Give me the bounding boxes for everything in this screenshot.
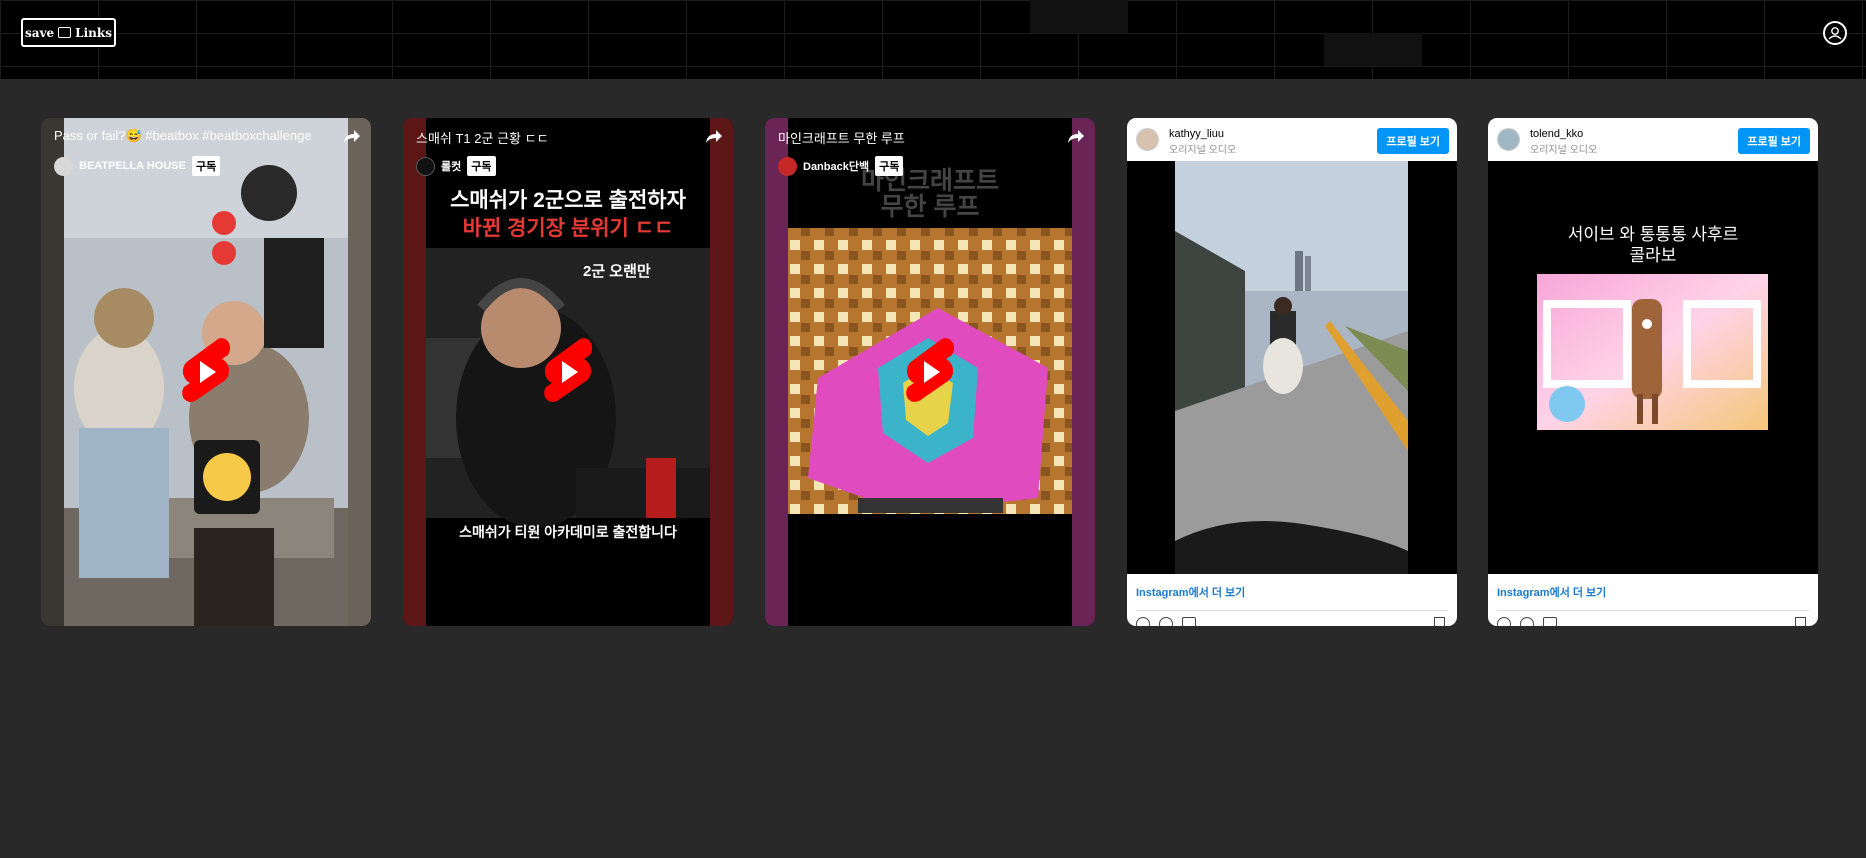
channel-name[interactable]: 롤컷: [441, 158, 461, 174]
youtube-short-card[interactable]: 마인크래프트 무한 루프 마인크래프트 무한 루프 Danback단백 구독: [765, 118, 1095, 626]
blur-side: [765, 118, 788, 626]
share-icon[interactable]: [704, 126, 724, 146]
bookmark-icon[interactable]: [1434, 617, 1445, 626]
overlay-text-line: 서이브 와 통통통 사후르: [1567, 225, 1739, 244]
embed-footer: Instagram에서 더 보기: [1488, 574, 1818, 626]
view-profile-button[interactable]: 프로필 보기: [1377, 128, 1449, 154]
overlay-text-line: 바뀐 경기장 분위기 ㄷㄷ: [462, 217, 674, 240]
blur-side: [348, 118, 371, 626]
video-thumbnail: [1175, 161, 1408, 574]
user-icon[interactable]: [1823, 21, 1847, 45]
video-caption: 스매쉬가 티원 아카데미로 출전합니다: [459, 524, 677, 540]
embed-header: tolend_kko 오리지널 오디오 프로필 보기: [1488, 118, 1818, 161]
divider: [1497, 610, 1809, 611]
channel-row: BEATPELLA HOUSE 구독: [54, 156, 221, 176]
audio-label: 오리지널 오디오: [1530, 145, 1598, 156]
overlay-text-line: 스매쉬가 2군으로 출전하자: [450, 189, 686, 212]
video-title[interactable]: 스매쉬 T1 2군 근황 ㄷㄷ: [416, 128, 693, 147]
blur-side: [1072, 118, 1095, 626]
blur-side: [41, 118, 64, 626]
action-icons: [1497, 617, 1557, 626]
top-navigation-bar: save Links: [0, 0, 1866, 79]
channel-avatar[interactable]: [778, 156, 797, 176]
subscribe-button[interactable]: 구독: [467, 156, 496, 176]
profile-avatar[interactable]: [1136, 128, 1159, 151]
heart-icon[interactable]: [1136, 617, 1150, 626]
video-title[interactable]: 마인크래프트 무한 루프: [778, 128, 1055, 147]
username[interactable]: tolend_kko: [1530, 128, 1583, 140]
video-thumbnail: [1537, 274, 1768, 430]
grid-cell: [1324, 33, 1422, 66]
shorts-play-icon[interactable]: [902, 335, 958, 409]
instagram-embed-card[interactable]: tolend_kko 오리지널 오디오 프로필 보기 서이브 와 통통통 사후르…: [1488, 118, 1818, 626]
site-logo[interactable]: save Links: [21, 18, 116, 47]
blur-side: [403, 118, 426, 626]
divider: [1136, 610, 1448, 611]
channel-avatar[interactable]: [54, 156, 73, 176]
overlay-text-line: 2군 오랜만: [583, 263, 651, 280]
video-title[interactable]: Pass or fail?😅 #beatbox #beatboxchalleng…: [54, 128, 331, 144]
profile-avatar[interactable]: [1497, 128, 1520, 151]
comment-icon[interactable]: [1159, 617, 1173, 626]
overlay-text: 서이브 와 통통통 사후르 콜라보: [1488, 224, 1818, 266]
embed-footer: Instagram에서 더 보기: [1127, 574, 1457, 626]
youtube-short-card[interactable]: Pass or fail?😅 #beatbox #beatboxchalleng…: [41, 118, 371, 626]
shorts-play-icon[interactable]: [540, 335, 596, 409]
overlay-text-line: 무한 루프: [880, 193, 980, 221]
view-profile-button[interactable]: 프로필 보기: [1738, 128, 1810, 154]
share-icon[interactable]: [1182, 617, 1196, 626]
overlay-text-line: 콜라보: [1629, 246, 1677, 265]
comment-icon[interactable]: [1520, 617, 1534, 626]
share-icon[interactable]: [1066, 126, 1086, 146]
audio-label: 오리지널 오디오: [1169, 145, 1237, 156]
shorts-play-icon[interactable]: [178, 335, 234, 409]
embed-header: kathyy_liuu 오리지널 오디오 프로필 보기: [1127, 118, 1457, 161]
subscribe-button[interactable]: 구독: [191, 156, 221, 176]
channel-name[interactable]: BEATPELLA HOUSE: [79, 160, 186, 172]
logo-text-left: save: [25, 25, 55, 40]
share-icon[interactable]: [1543, 617, 1557, 626]
heart-icon[interactable]: [1497, 617, 1511, 626]
link-icon: [58, 27, 72, 38]
logo-text-right: Links: [75, 25, 112, 40]
view-more-link[interactable]: Instagram에서 더 보기: [1136, 584, 1245, 600]
share-icon[interactable]: [342, 126, 362, 146]
subscribe-button[interactable]: 구독: [875, 156, 904, 176]
action-icons: [1136, 617, 1196, 626]
bookmark-icon[interactable]: [1795, 617, 1806, 626]
channel-name[interactable]: Danback단백: [803, 158, 869, 174]
channel-row: 롤컷 구독: [416, 156, 496, 176]
blur-side: [710, 118, 733, 626]
youtube-short-card[interactable]: 스매쉬가 2군으로 출전하자 바뀐 경기장 분위기 ㄷㄷ 2군 오랜만 스매쉬가…: [403, 118, 733, 626]
instagram-embed-card[interactable]: kathyy_liuu 오리지널 오디오 프로필 보기 Instagram에서 …: [1127, 118, 1457, 626]
username[interactable]: kathyy_liuu: [1169, 128, 1224, 140]
channel-avatar[interactable]: [416, 156, 435, 176]
grid-cell: [1030, 0, 1128, 33]
channel-row: Danback단백 구독: [778, 156, 904, 176]
view-more-link[interactable]: Instagram에서 더 보기: [1497, 584, 1606, 600]
